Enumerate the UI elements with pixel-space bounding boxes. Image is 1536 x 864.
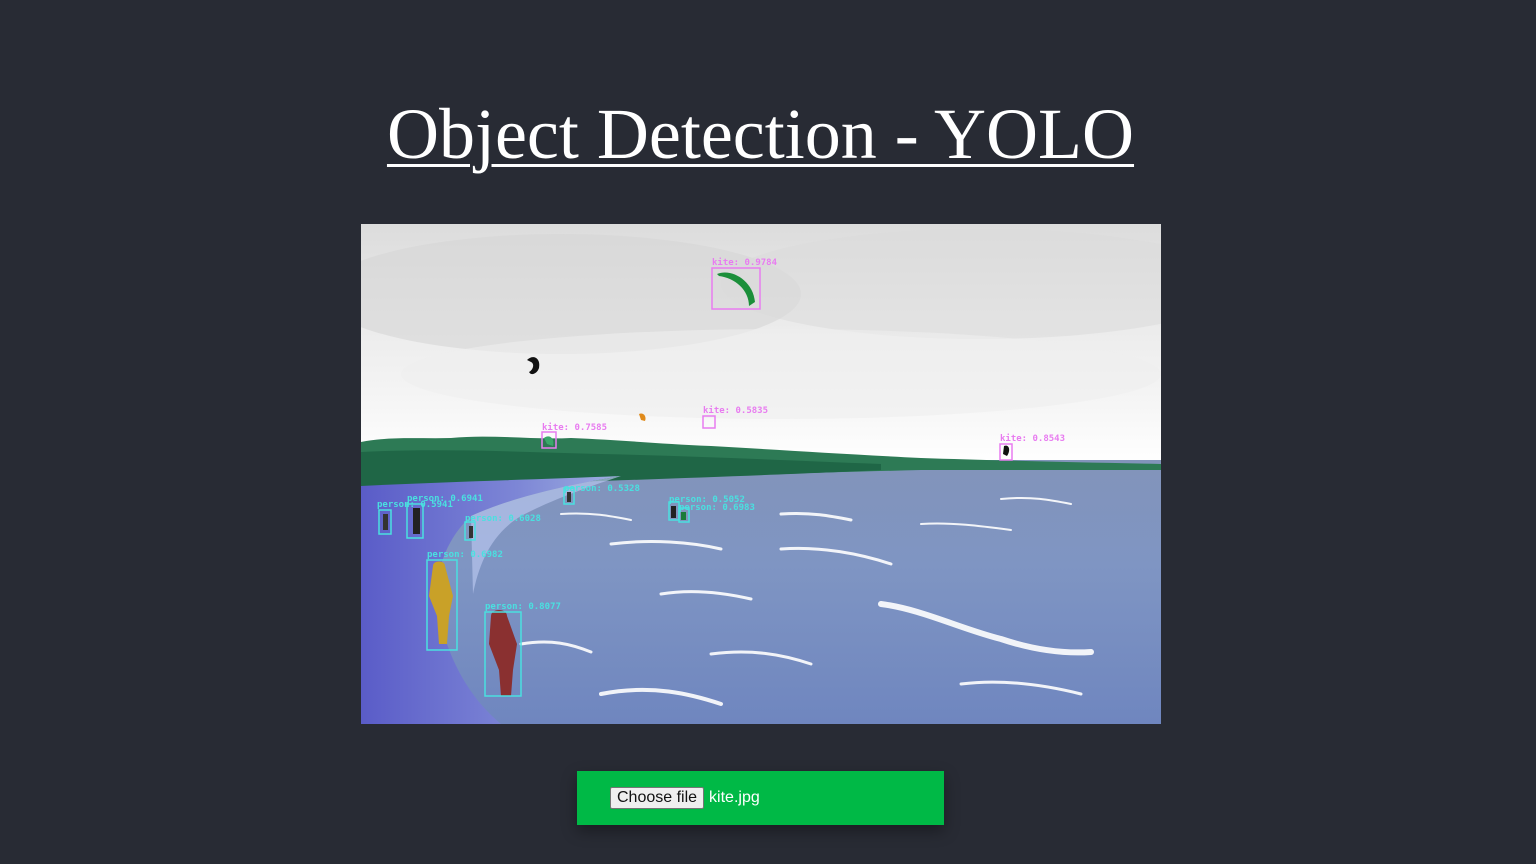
detection-label: kite: 0.9784 bbox=[712, 257, 778, 268]
detection-label: person: 0.6982 bbox=[427, 550, 503, 560]
detection-label: person: 0.8077 bbox=[485, 602, 561, 612]
detection-label: person: 0.5328 bbox=[564, 484, 640, 494]
detection-label: person: 0.6983 bbox=[679, 503, 755, 513]
detection-label: kite: 0.7585 bbox=[542, 422, 607, 433]
selected-file-name: kite.jpg bbox=[709, 789, 760, 806]
detection-label: person: 0.5941 bbox=[377, 500, 453, 510]
file-upload-bar: Choose file kite.jpg bbox=[577, 771, 944, 825]
detection-result-svg: kite: 0.9784 kite: 0.7585 kite: 0.5835 k… bbox=[361, 224, 1161, 724]
person-far-2 bbox=[383, 514, 388, 530]
detection-label: kite: 0.8543 bbox=[1000, 433, 1065, 444]
person-far-1 bbox=[413, 508, 420, 534]
person-far-5 bbox=[671, 506, 676, 518]
detection-result-image: kite: 0.9784 kite: 0.7585 kite: 0.5835 k… bbox=[361, 224, 1161, 724]
detection-label: person: 0.6028 bbox=[465, 514, 541, 524]
page: Object Detection - YOLO kite: 0.9784 kit… bbox=[0, 0, 1536, 864]
cloud bbox=[401, 329, 1161, 419]
person-far-6 bbox=[681, 512, 686, 520]
page-title: Object Detection - YOLO bbox=[386, 94, 1135, 174]
detection-label: kite: 0.5835 bbox=[703, 405, 768, 416]
person-far-3 bbox=[469, 526, 473, 538]
choose-file-button[interactable]: Choose file bbox=[610, 787, 705, 809]
